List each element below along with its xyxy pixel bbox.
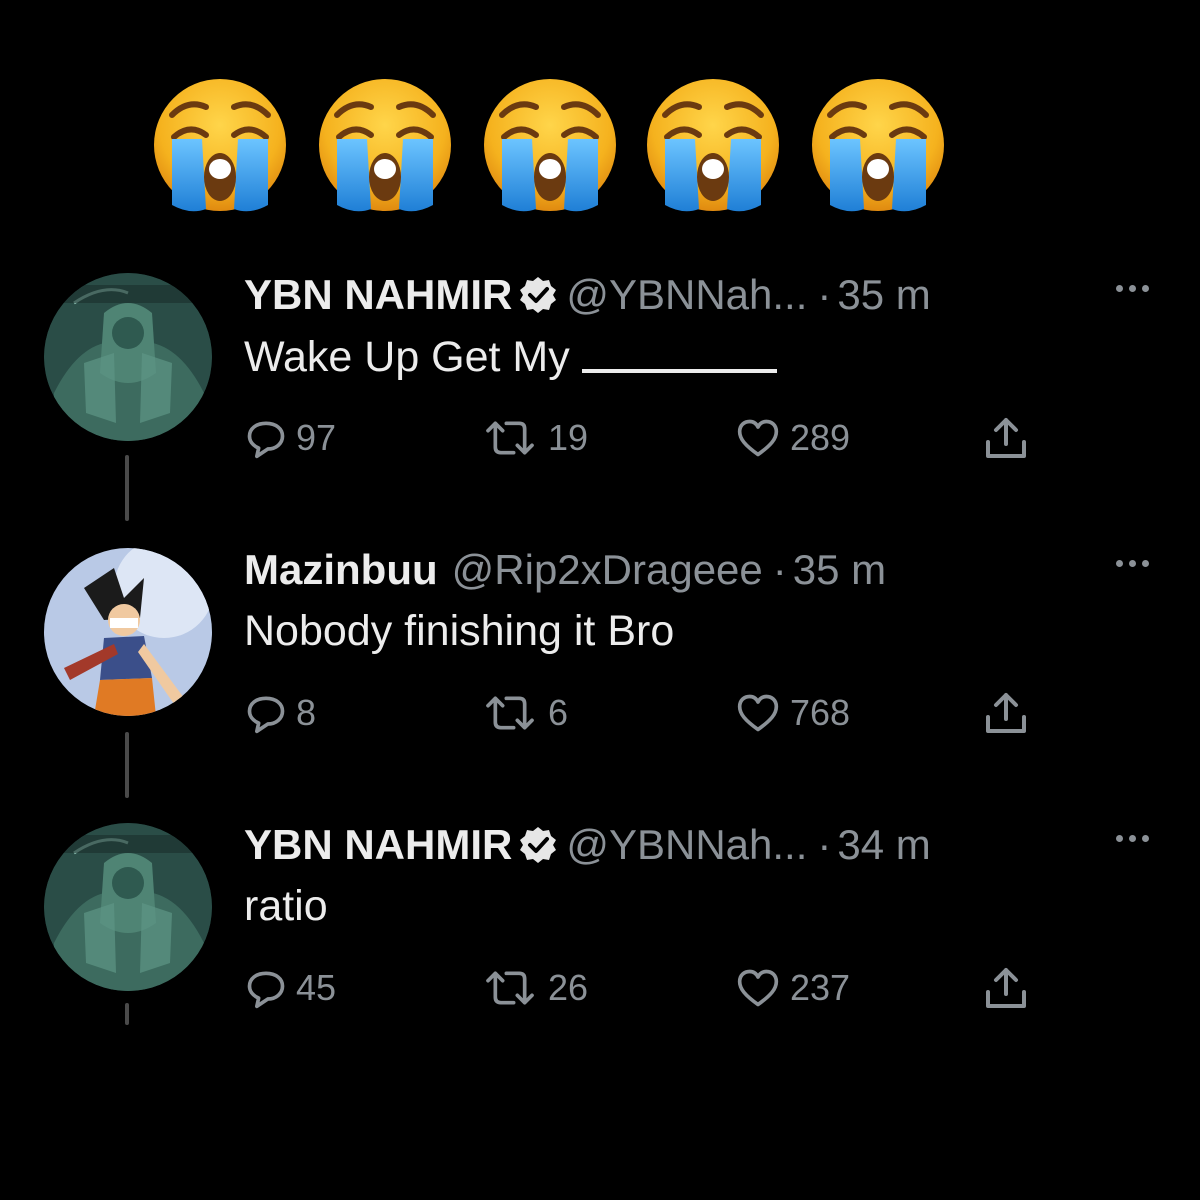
share-button[interactable] xyxy=(982,413,1030,463)
tweet[interactable]: YBN NAHMIR @YBNNah... · 34 m ratio 45 26 23… xyxy=(0,805,1200,1075)
reply-icon xyxy=(244,416,288,460)
visionland-avatar-icon[interactable] xyxy=(44,823,212,991)
reply-icon xyxy=(244,691,288,735)
retweet-count: 19 xyxy=(548,417,589,458)
timestamp[interactable]: 35 m xyxy=(793,546,886,593)
tweet-header: YBN NAHMIR @YBNNah... · 34 m xyxy=(244,815,931,875)
tweet-text-content: Wake Up Get My xyxy=(244,333,570,381)
reply-button[interactable]: 8 xyxy=(244,688,316,738)
share-button[interactable] xyxy=(982,688,1030,738)
retweet-button[interactable]: 26 xyxy=(480,963,588,1013)
user-handle[interactable]: @Rip2xDrageee xyxy=(452,546,763,593)
separator-dot: · xyxy=(817,821,832,868)
fill-in-blank-line xyxy=(581,327,777,373)
separator-dot: · xyxy=(772,546,787,593)
more-options-icon[interactable] xyxy=(1116,273,1152,303)
tweet-actions: 45 26 237 xyxy=(244,955,1044,1025)
retweet-icon xyxy=(480,966,540,1010)
reply-button[interactable]: 97 xyxy=(244,413,336,463)
timestamp[interactable]: 35 m xyxy=(837,271,930,318)
timestamp[interactable]: 34 m xyxy=(837,821,930,868)
retweet-icon xyxy=(480,691,540,735)
like-count: 237 xyxy=(790,967,851,1008)
visionland-avatar-icon[interactable] xyxy=(44,273,212,441)
tweet-text: Wake Up Get My xyxy=(244,327,777,386)
retweet-button[interactable]: 19 xyxy=(480,413,588,463)
tweet-text: ratio xyxy=(244,882,328,930)
reply-count: 8 xyxy=(296,692,317,733)
display-name[interactable]: YBN NAHMIR xyxy=(244,821,512,868)
loudly-crying-face-icon xyxy=(150,75,290,215)
reply-icon xyxy=(244,966,288,1010)
share-icon xyxy=(982,414,1030,462)
reply-button[interactable]: 45 xyxy=(244,963,336,1013)
more-options-icon[interactable] xyxy=(1116,548,1152,578)
reply-count: 45 xyxy=(296,967,337,1008)
retweet-count: 26 xyxy=(548,967,589,1008)
anime-character-avatar-icon[interactable] xyxy=(44,548,212,716)
retweet-button[interactable]: 6 xyxy=(480,688,568,738)
display-name[interactable]: YBN NAHMIR xyxy=(244,271,512,318)
tweet-actions: 8 6 768 xyxy=(244,680,1044,750)
heart-icon xyxy=(734,691,782,735)
tweet[interactable]: YBN NAHMIR @YBNNah... · 35 m Wake Up Get My… xyxy=(0,255,1200,525)
heart-icon xyxy=(734,416,782,460)
verified-badge-icon xyxy=(518,275,558,315)
heart-icon xyxy=(734,966,782,1010)
share-icon xyxy=(982,964,1030,1012)
tweet-header: YBN NAHMIR @YBNNah... · 35 m xyxy=(244,265,931,325)
retweet-count: 6 xyxy=(548,692,569,733)
separator-dot: · xyxy=(817,271,832,318)
reply-count: 97 xyxy=(296,417,337,458)
verified-badge-icon xyxy=(518,825,558,865)
share-button[interactable] xyxy=(982,963,1030,1013)
tweet-text: Nobody finishing it Bro xyxy=(244,607,675,655)
loudly-crying-face-icon xyxy=(315,75,455,215)
display-name[interactable]: Mazinbuu xyxy=(244,546,438,593)
loudly-crying-face-icon xyxy=(480,75,620,215)
tweet-actions: 97 19 289 xyxy=(244,405,1044,475)
loudly-crying-face-icon xyxy=(643,75,783,215)
like-button[interactable]: 768 xyxy=(734,688,850,738)
like-count: 768 xyxy=(790,692,851,733)
user-handle[interactable]: @YBNNah... xyxy=(566,821,807,868)
tweet-header: Mazinbuu @Rip2xDrageee · 35 m xyxy=(244,540,886,600)
loudly-crying-face-icon xyxy=(808,75,948,215)
emoji-row xyxy=(150,75,950,215)
like-count: 289 xyxy=(790,417,851,458)
like-button[interactable]: 289 xyxy=(734,413,850,463)
share-icon xyxy=(982,689,1030,737)
user-handle[interactable]: @YBNNah... xyxy=(566,271,807,318)
like-button[interactable]: 237 xyxy=(734,963,850,1013)
tweet[interactable]: Mazinbuu @Rip2xDrageee · 35 m Nobody finish… xyxy=(0,530,1200,800)
retweet-icon xyxy=(480,416,540,460)
more-options-icon[interactable] xyxy=(1116,823,1152,853)
